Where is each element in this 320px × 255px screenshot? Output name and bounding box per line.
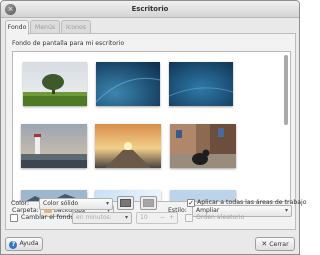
secondary-color-swatch (143, 199, 154, 207)
gallery-scrollbar[interactable] (283, 53, 289, 200)
thumbnail-pier-sunset[interactable] (95, 124, 161, 168)
scrollbar-thumb[interactable] (284, 55, 288, 125)
random-order-label: Orden aleatorio (196, 214, 245, 221)
change-background-label: Cambiar el fondo (21, 214, 75, 221)
window-title: Escritorio (131, 5, 169, 13)
thumbnail-lighthouse[interactable] (21, 124, 87, 168)
help-icon: ? (9, 241, 18, 249)
color-mode-value: Color sólido (43, 200, 79, 207)
plus-icon[interactable]: + (169, 213, 174, 223)
chevron-down-icon: ▾ (284, 207, 288, 214)
wallpaper-gallery[interactable] (12, 51, 291, 202)
color-mode-select[interactable]: Color sólido ▾ (39, 198, 113, 210)
primary-color-swatch (120, 199, 131, 207)
interval-amount: 10 (140, 214, 148, 221)
change-background-checkbox[interactable] (10, 214, 18, 222)
style-value: Ampliar (196, 207, 220, 214)
chevron-down-icon: ▾ (124, 214, 128, 221)
close-icon: ✕ (261, 240, 268, 248)
interval-unit-select[interactable]: en minutos: ▾ (72, 212, 132, 224)
secondary-color-button[interactable] (140, 196, 157, 210)
close-button[interactable]: ✕ Cerrar (255, 237, 295, 251)
chevron-down-icon: ▾ (105, 200, 109, 207)
help-button[interactable]: ? Ayuda (5, 237, 43, 251)
interval-spinner[interactable]: 10 − + (136, 212, 178, 224)
random-order-checkbox[interactable] (185, 214, 193, 222)
thumbnail-blue-gradient-1[interactable] (96, 62, 160, 106)
color-label: Color: (11, 200, 30, 207)
close-label: Cerrar (269, 241, 289, 248)
tab-iconos[interactable]: Iconos (61, 20, 91, 34)
title-bar: × Escritorio (1, 1, 299, 18)
folder-label: Carpeta: (12, 207, 39, 214)
panel-heading: Fondo de pantalla para mi escritorio (12, 40, 125, 47)
help-label: Ayuda (19, 240, 39, 247)
tab-fondo[interactable]: Fondo (5, 20, 29, 35)
thumbnail-tree-field[interactable] (23, 62, 87, 106)
interval-unit-value: en minutos: (76, 214, 112, 221)
primary-color-button[interactable] (117, 196, 134, 210)
minus-icon[interactable]: − (160, 213, 165, 223)
tab-menus[interactable]: Menús (30, 20, 60, 34)
thumbnail-blue-gradient-2[interactable] (169, 62, 233, 106)
apply-all-checkbox[interactable]: ✓ (187, 199, 195, 207)
thumbnail-cat-street[interactable] (170, 124, 236, 168)
apply-all-label: Aplicar a todas las áreas de trabajo (197, 199, 307, 206)
